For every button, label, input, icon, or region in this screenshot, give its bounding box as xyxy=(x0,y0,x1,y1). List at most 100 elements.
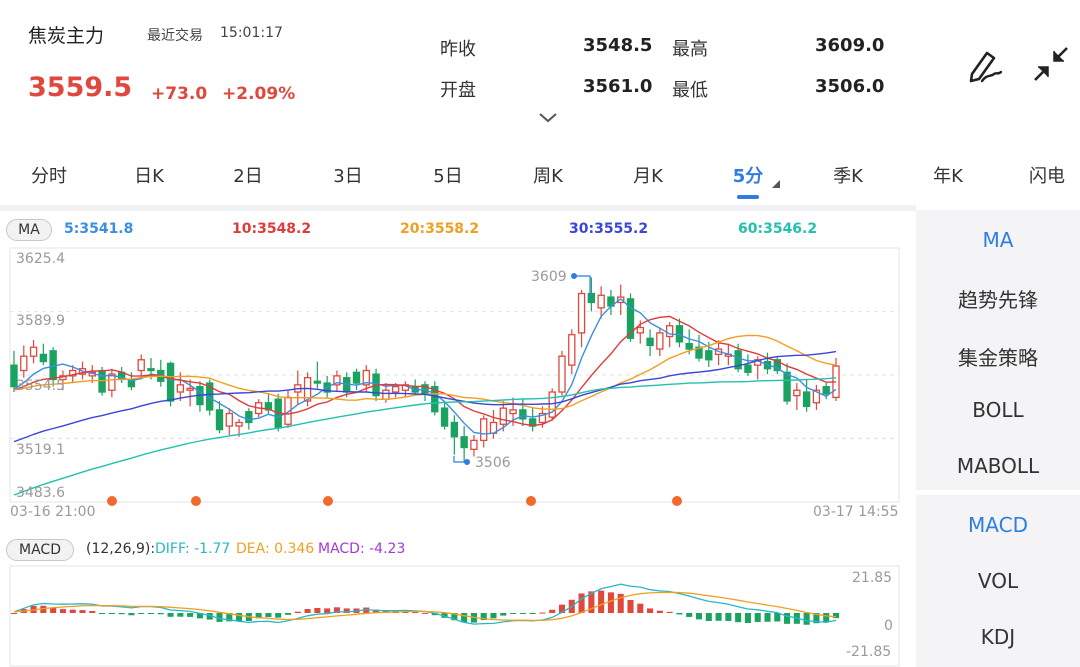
macd-bar xyxy=(265,613,272,618)
macd-bar xyxy=(715,613,722,621)
candle-body xyxy=(20,355,28,372)
macd-bar xyxy=(529,613,536,614)
candle-body xyxy=(636,326,644,334)
macd-bar xyxy=(275,613,282,618)
macd-bar xyxy=(157,613,164,615)
macd-bar xyxy=(138,613,145,614)
menu-item-vol[interactable]: VOL xyxy=(916,569,1080,593)
candle-body xyxy=(313,380,322,384)
menu-item-boll[interactable]: BOLL xyxy=(916,398,1080,422)
macd-bar xyxy=(50,607,57,613)
macd-bar xyxy=(59,609,66,613)
candle-body xyxy=(480,418,488,442)
candle-body xyxy=(577,292,586,334)
candle-body xyxy=(352,371,361,384)
candle-body xyxy=(147,368,155,372)
tab-10[interactable]: 闪电 xyxy=(1023,162,1071,188)
section-divider xyxy=(0,205,916,211)
macd-bar xyxy=(764,613,771,622)
macd-bar xyxy=(578,593,585,613)
macd-bar xyxy=(627,599,634,613)
macd-bar xyxy=(108,613,115,614)
candle-body xyxy=(783,371,791,402)
diff-line xyxy=(13,583,837,625)
menu-item-kdj[interactable]: KDJ xyxy=(916,625,1080,649)
y-tick-label: 3589.9 xyxy=(16,313,65,329)
candle-body xyxy=(568,334,576,366)
event-dot xyxy=(526,496,536,506)
macd-bar xyxy=(89,610,96,613)
candle-body xyxy=(176,384,185,393)
tab-9[interactable]: 年K xyxy=(924,162,972,188)
candle-body xyxy=(215,409,224,431)
macd-bar xyxy=(803,613,810,625)
macd-bar xyxy=(128,613,135,616)
candle-body xyxy=(137,359,145,372)
macd-bar xyxy=(637,603,644,613)
macd-bar xyxy=(832,613,840,619)
y-tick-label: 3483.6 xyxy=(16,485,65,501)
candle-body xyxy=(186,387,194,391)
candle-body xyxy=(166,362,175,402)
candle-body xyxy=(225,412,233,427)
macd-bar xyxy=(735,613,742,623)
menu-item-maboll[interactable]: MABOLL xyxy=(916,454,1080,478)
macd-bar xyxy=(324,608,331,613)
macd-bar xyxy=(754,613,761,622)
macd-bar xyxy=(725,613,732,621)
event-dot xyxy=(191,496,201,506)
high-marker-label: 3609 xyxy=(531,269,567,285)
candle-body xyxy=(675,325,684,343)
macd-bar xyxy=(656,610,663,613)
macd-y-tick-label: 0 xyxy=(884,618,893,634)
x-end-label: 03-17 14:55 xyxy=(813,504,899,520)
candle-body xyxy=(391,385,400,393)
main-indicator-menu: MA 趋势先锋 集金策略 BOLL MABOLL xyxy=(916,210,1080,490)
kline-chart[interactable] xyxy=(0,0,916,667)
macd-bar xyxy=(147,613,155,614)
candle-body xyxy=(460,436,468,449)
candle-body xyxy=(822,385,830,395)
candle-body xyxy=(245,411,253,424)
macd-bar xyxy=(784,613,791,624)
macd-bar xyxy=(284,613,292,615)
macd-bar xyxy=(118,613,125,615)
macd-bar xyxy=(676,613,683,615)
macd-bar xyxy=(607,592,614,613)
menu-item-ma[interactable]: MA xyxy=(916,228,1080,252)
y-tick-label: 3554.5 xyxy=(16,378,65,394)
macd-bar xyxy=(79,610,86,613)
menu-item-trend[interactable]: 趋势先锋 xyxy=(916,284,1080,313)
candle-body xyxy=(440,407,449,427)
pen-icon[interactable] xyxy=(963,44,1005,90)
candle-body xyxy=(558,355,566,393)
macd-bar xyxy=(695,613,703,620)
macd-bar xyxy=(519,613,526,614)
macd-bar xyxy=(598,590,605,613)
candle-body xyxy=(382,389,390,400)
candle-body xyxy=(519,409,527,420)
menu-item-strategy[interactable]: 集金策略 xyxy=(916,342,1080,371)
collapse-icon[interactable] xyxy=(1031,44,1071,88)
y-tick-label: 3519.1 xyxy=(16,442,65,458)
event-dot xyxy=(323,496,333,506)
macd-bar xyxy=(510,613,517,614)
event-dot xyxy=(107,496,117,506)
x-start-label: 03-16 21:00 xyxy=(10,504,96,520)
macd-bar xyxy=(187,613,194,617)
candle-body xyxy=(235,421,243,427)
candle-body xyxy=(587,292,596,304)
ma5-line xyxy=(13,297,837,435)
candle-body xyxy=(744,364,752,373)
macd-bar xyxy=(823,613,830,623)
low-marker-dot xyxy=(464,459,470,465)
menu-item-macd[interactable]: MACD xyxy=(916,513,1080,537)
macd-bar xyxy=(421,612,429,614)
macd-bar xyxy=(647,608,654,613)
candle-body xyxy=(646,337,654,347)
candle-body xyxy=(656,332,664,350)
candle-body xyxy=(499,407,507,425)
candle-body xyxy=(597,294,605,309)
macd-bar xyxy=(99,613,106,614)
candle-body xyxy=(685,343,693,350)
